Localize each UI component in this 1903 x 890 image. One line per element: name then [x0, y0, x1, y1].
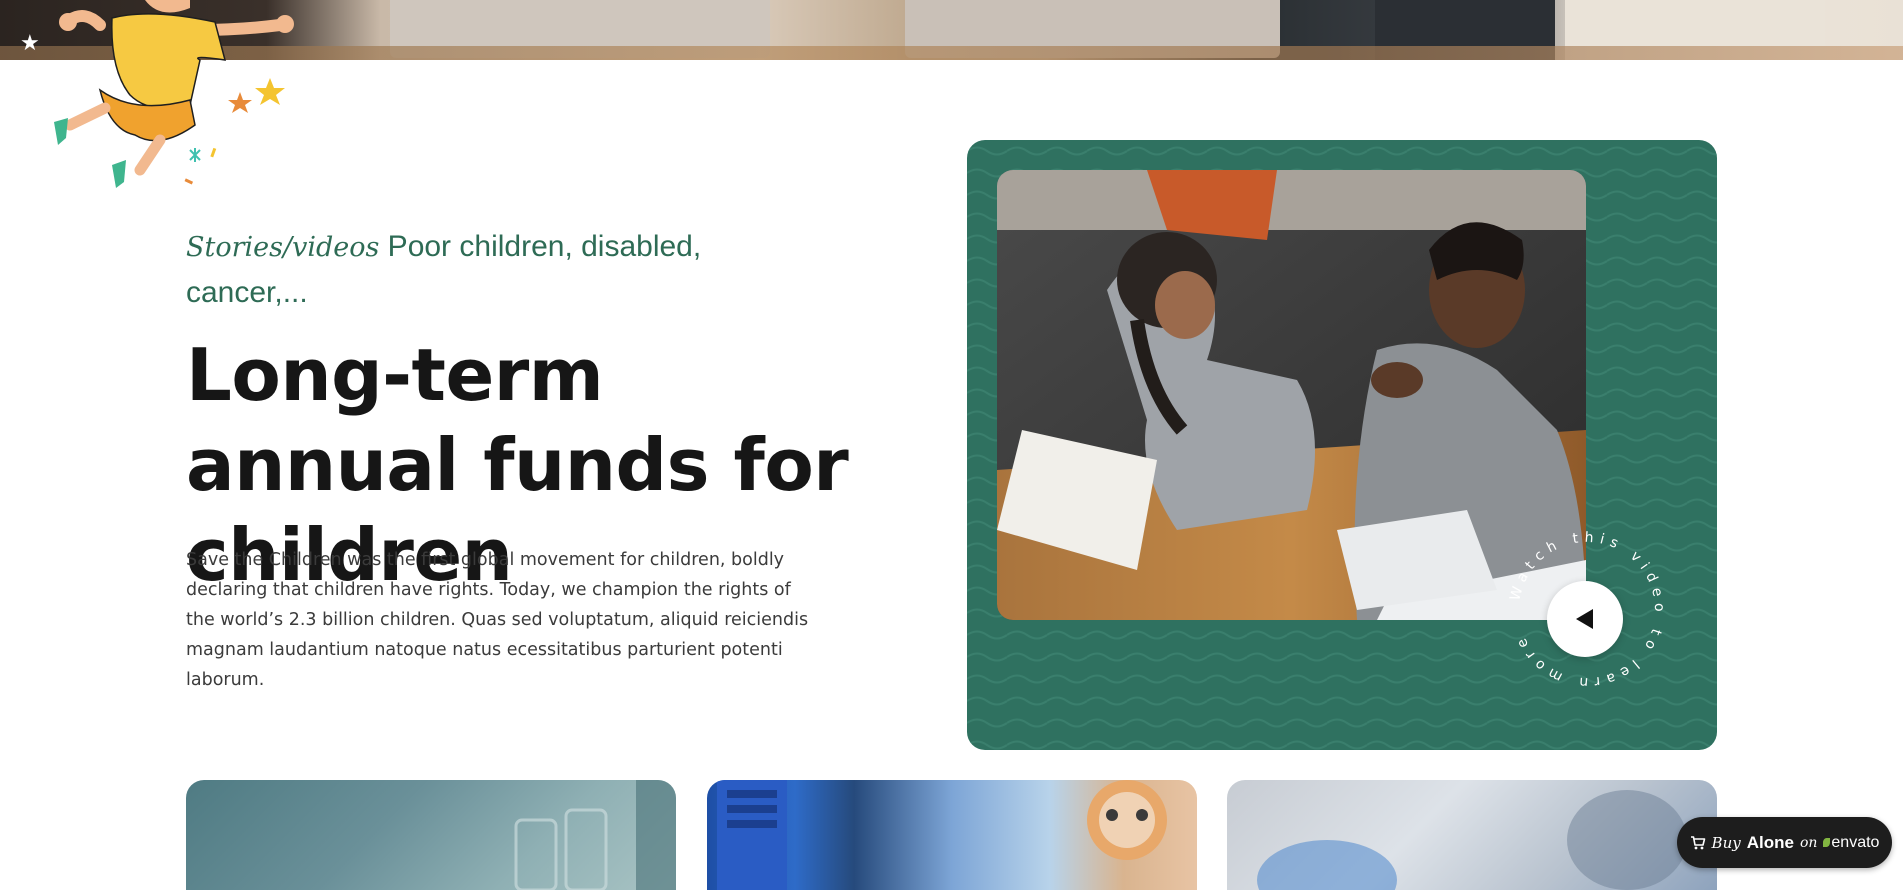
intro-paragraph: Save the Children was the first global m… — [186, 550, 809, 690]
envato-logo-text: envato — [1831, 833, 1880, 851]
cart-icon — [1690, 835, 1705, 849]
card-image — [1257, 790, 1687, 890]
story-card[interactable] — [1227, 780, 1717, 890]
star-icon: ★ — [20, 31, 40, 56]
card-image — [717, 780, 1167, 890]
envato-logo: envato — [1823, 834, 1879, 852]
card-image — [514, 780, 676, 890]
leaf-icon — [1823, 837, 1831, 847]
eyebrow-italic-label: Stories/videos — [186, 232, 380, 263]
badge-product-name: Alone — [1746, 832, 1794, 852]
video-card: Watch this video to learn more — [967, 140, 1717, 750]
story-card[interactable] — [707, 780, 1197, 890]
play-icon — [1576, 609, 1593, 629]
flying-kid-illustration — [54, 0, 294, 188]
section-eyebrow: Stories/videos Poor children, disabled, … — [186, 224, 786, 315]
buy-on-envato-button[interactable]: Buy Alone on envato — [1677, 817, 1892, 868]
story-card[interactable] — [186, 780, 676, 890]
play-button[interactable] — [1547, 581, 1623, 657]
badge-on-text: on — [1799, 834, 1818, 851]
badge-buy-text: Buy — [1711, 833, 1741, 852]
